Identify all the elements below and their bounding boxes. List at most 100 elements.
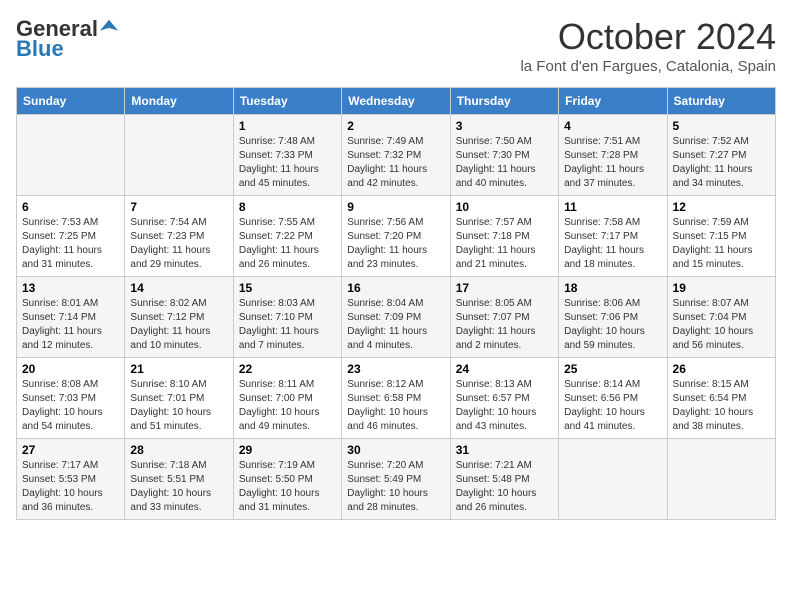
- day-info: Sunrise: 8:14 AMSunset: 6:56 PMDaylight:…: [564, 378, 661, 434]
- calendar-week-row: 13Sunrise: 8:01 AMSunset: 7:14 PMDayligh…: [17, 277, 776, 358]
- calendar-cell: 31Sunrise: 7:21 AMSunset: 5:48 PMDayligh…: [450, 439, 558, 520]
- calendar-cell: 20 Sunrise: 8:08 AMSunset: 7:03 PMDayligh…: [17, 358, 125, 439]
- day-number: 10: [456, 200, 553, 214]
- calendar-cell: 25 Sunrise: 8:14 AMSunset: 6:56 PMDayligh…: [559, 358, 667, 439]
- day-info: Sunrise: 8:07 AMSunset: 7:04 PMDaylight:…: [673, 297, 770, 353]
- day-of-week-header: Sunday: [17, 88, 125, 115]
- day-info: Sunrise: 7:20 AMSunset: 5:49 PMDaylight:…: [347, 459, 444, 515]
- calendar-cell: 26Sunrise: 8:15 AMSunset: 6:54 PMDayligh…: [667, 358, 775, 439]
- calendar-cell: 16 Sunrise: 8:04 AMSunset: 7:09 PMDayligh…: [342, 277, 450, 358]
- day-info: Sunrise: 7:18 AMSunset: 5:51 PMDaylight:…: [130, 459, 227, 515]
- calendar-table: SundayMondayTuesdayWednesdayThursdayFrid…: [16, 87, 776, 520]
- calendar-cell: 8 Sunrise: 7:55 AMSunset: 7:22 PMDaylight…: [233, 196, 341, 277]
- day-of-week-header: Monday: [125, 88, 233, 115]
- day-info: Sunrise: 7:55 AMSunset: 7:22 PMDaylight:…: [239, 216, 336, 272]
- day-number: 7: [130, 200, 227, 214]
- day-info: Sunrise: 8:13 AMSunset: 6:57 PMDaylight:…: [456, 378, 553, 434]
- day-number: 8: [239, 200, 336, 214]
- day-number: 21: [130, 362, 227, 376]
- day-info: Sunrise: 7:59 AMSunset: 7:15 PMDaylight:…: [673, 216, 770, 272]
- calendar-cell: 12Sunrise: 7:59 AMSunset: 7:15 PMDayligh…: [667, 196, 775, 277]
- day-number: 25: [564, 362, 661, 376]
- day-info: Sunrise: 7:49 AMSunset: 7:32 PMDaylight:…: [347, 135, 444, 191]
- calendar-week-row: 20 Sunrise: 8:08 AMSunset: 7:03 PMDayligh…: [17, 358, 776, 439]
- day-info: Sunrise: 7:17 AMSunset: 5:53 PMDaylight:…: [22, 459, 119, 515]
- day-number: 22: [239, 362, 336, 376]
- calendar-cell: 2Sunrise: 7:49 AMSunset: 7:32 PMDaylight…: [342, 115, 450, 196]
- calendar-cell: 13Sunrise: 8:01 AMSunset: 7:14 PMDayligh…: [17, 277, 125, 358]
- day-info: Sunrise: 8:03 AMSunset: 7:10 PMDaylight:…: [239, 297, 336, 353]
- calendar-cell: 11 Sunrise: 7:58 AMSunset: 7:17 PMDayligh…: [559, 196, 667, 277]
- title-section: October 2024 la Font d'en Fargues, Catal…: [520, 16, 776, 75]
- day-number: 27: [22, 443, 119, 457]
- calendar-cell: 30 Sunrise: 7:20 AMSunset: 5:49 PMDayligh…: [342, 439, 450, 520]
- calendar-cell: 9Sunrise: 7:56 AMSunset: 7:20 PMDaylight…: [342, 196, 450, 277]
- calendar-cell: 18 Sunrise: 8:06 AMSunset: 7:06 PMDayligh…: [559, 277, 667, 358]
- day-number: 9: [347, 200, 444, 214]
- day-number: 31: [456, 443, 553, 457]
- day-info: Sunrise: 8:08 AMSunset: 7:03 PMDaylight:…: [22, 378, 119, 434]
- day-info: Sunrise: 7:52 AMSunset: 7:27 PMDaylight:…: [673, 135, 770, 191]
- day-info: Sunrise: 8:15 AMSunset: 6:54 PMDaylight:…: [673, 378, 770, 434]
- day-info: Sunrise: 8:11 AMSunset: 7:00 PMDaylight:…: [239, 378, 336, 434]
- day-number: 24: [456, 362, 553, 376]
- day-number: 19: [673, 281, 770, 295]
- calendar-cell: 21 Sunrise: 8:10 AMSunset: 7:01 PMDayligh…: [125, 358, 233, 439]
- logo: General Blue: [16, 16, 118, 62]
- calendar-cell: [559, 439, 667, 520]
- day-info: Sunrise: 7:54 AMSunset: 7:23 PMDaylight:…: [130, 216, 227, 272]
- calendar-cell: [125, 115, 233, 196]
- calendar-week-row: 6 Sunrise: 7:53 AMSunset: 7:25 PMDaylight…: [17, 196, 776, 277]
- calendar-cell: 17 Sunrise: 8:05 AMSunset: 7:07 PMDayligh…: [450, 277, 558, 358]
- day-number: 20: [22, 362, 119, 376]
- calendar-cell: 19 Sunrise: 8:07 AMSunset: 7:04 PMDayligh…: [667, 277, 775, 358]
- calendar-cell: 14Sunrise: 8:02 AMSunset: 7:12 PMDayligh…: [125, 277, 233, 358]
- calendar-cell: 6 Sunrise: 7:53 AMSunset: 7:25 PMDaylight…: [17, 196, 125, 277]
- day-number: 5: [673, 119, 770, 133]
- day-number: 30: [347, 443, 444, 457]
- calendar-cell: 7 Sunrise: 7:54 AMSunset: 7:23 PMDaylight…: [125, 196, 233, 277]
- day-info: Sunrise: 8:10 AMSunset: 7:01 PMDaylight:…: [130, 378, 227, 434]
- day-of-week-header: Tuesday: [233, 88, 341, 115]
- day-number: 11: [564, 200, 661, 214]
- calendar-cell: 24 Sunrise: 8:13 AMSunset: 6:57 PMDayligh…: [450, 358, 558, 439]
- calendar-cell: 3 Sunrise: 7:50 AMSunset: 7:30 PMDaylight…: [450, 115, 558, 196]
- page-header: General Blue October 2024 la Font d'en F…: [16, 16, 776, 75]
- day-of-week-header: Wednesday: [342, 88, 450, 115]
- calendar-cell: 15Sunrise: 8:03 AMSunset: 7:10 PMDayligh…: [233, 277, 341, 358]
- day-info: Sunrise: 7:48 AMSunset: 7:33 PMDaylight:…: [239, 135, 336, 191]
- day-number: 1: [239, 119, 336, 133]
- calendar-cell: [17, 115, 125, 196]
- calendar-cell: [667, 439, 775, 520]
- day-number: 3: [456, 119, 553, 133]
- calendar-cell: 22 Sunrise: 8:11 AMSunset: 7:00 PMDayligh…: [233, 358, 341, 439]
- day-number: 4: [564, 119, 661, 133]
- day-info: Sunrise: 8:02 AMSunset: 7:12 PMDaylight:…: [130, 297, 227, 353]
- day-info: Sunrise: 8:05 AMSunset: 7:07 PMDaylight:…: [456, 297, 553, 353]
- calendar-cell: 27 Sunrise: 7:17 AMSunset: 5:53 PMDayligh…: [17, 439, 125, 520]
- day-info: Sunrise: 7:51 AMSunset: 7:28 PMDaylight:…: [564, 135, 661, 191]
- day-number: 23: [347, 362, 444, 376]
- calendar-cell: 28Sunrise: 7:18 AMSunset: 5:51 PMDayligh…: [125, 439, 233, 520]
- day-info: Sunrise: 8:01 AMSunset: 7:14 PMDaylight:…: [22, 297, 119, 353]
- day-info: Sunrise: 8:06 AMSunset: 7:06 PMDaylight:…: [564, 297, 661, 353]
- day-info: Sunrise: 7:50 AMSunset: 7:30 PMDaylight:…: [456, 135, 553, 191]
- calendar-cell: 4 Sunrise: 7:51 AMSunset: 7:28 PMDaylight…: [559, 115, 667, 196]
- day-info: Sunrise: 7:57 AMSunset: 7:18 PMDaylight:…: [456, 216, 553, 272]
- day-info: Sunrise: 8:12 AMSunset: 6:58 PMDaylight:…: [347, 378, 444, 434]
- calendar-cell: 29Sunrise: 7:19 AMSunset: 5:50 PMDayligh…: [233, 439, 341, 520]
- location: la Font d'en Fargues, Catalonia, Spain: [520, 58, 776, 75]
- day-number: 17: [456, 281, 553, 295]
- day-info: Sunrise: 8:04 AMSunset: 7:09 PMDaylight:…: [347, 297, 444, 353]
- calendar-week-row: 27 Sunrise: 7:17 AMSunset: 5:53 PMDayligh…: [17, 439, 776, 520]
- day-number: 18: [564, 281, 661, 295]
- day-info: Sunrise: 7:58 AMSunset: 7:17 PMDaylight:…: [564, 216, 661, 272]
- calendar-cell: 10 Sunrise: 7:57 AMSunset: 7:18 PMDayligh…: [450, 196, 558, 277]
- day-of-week-header: Saturday: [667, 88, 775, 115]
- day-info: Sunrise: 7:53 AMSunset: 7:25 PMDaylight:…: [22, 216, 119, 272]
- day-number: 6: [22, 200, 119, 214]
- calendar-cell: 5 Sunrise: 7:52 AMSunset: 7:27 PMDaylight…: [667, 115, 775, 196]
- month-title: October 2024: [520, 16, 776, 58]
- day-number: 16: [347, 281, 444, 295]
- logo-bird-icon: [100, 18, 118, 36]
